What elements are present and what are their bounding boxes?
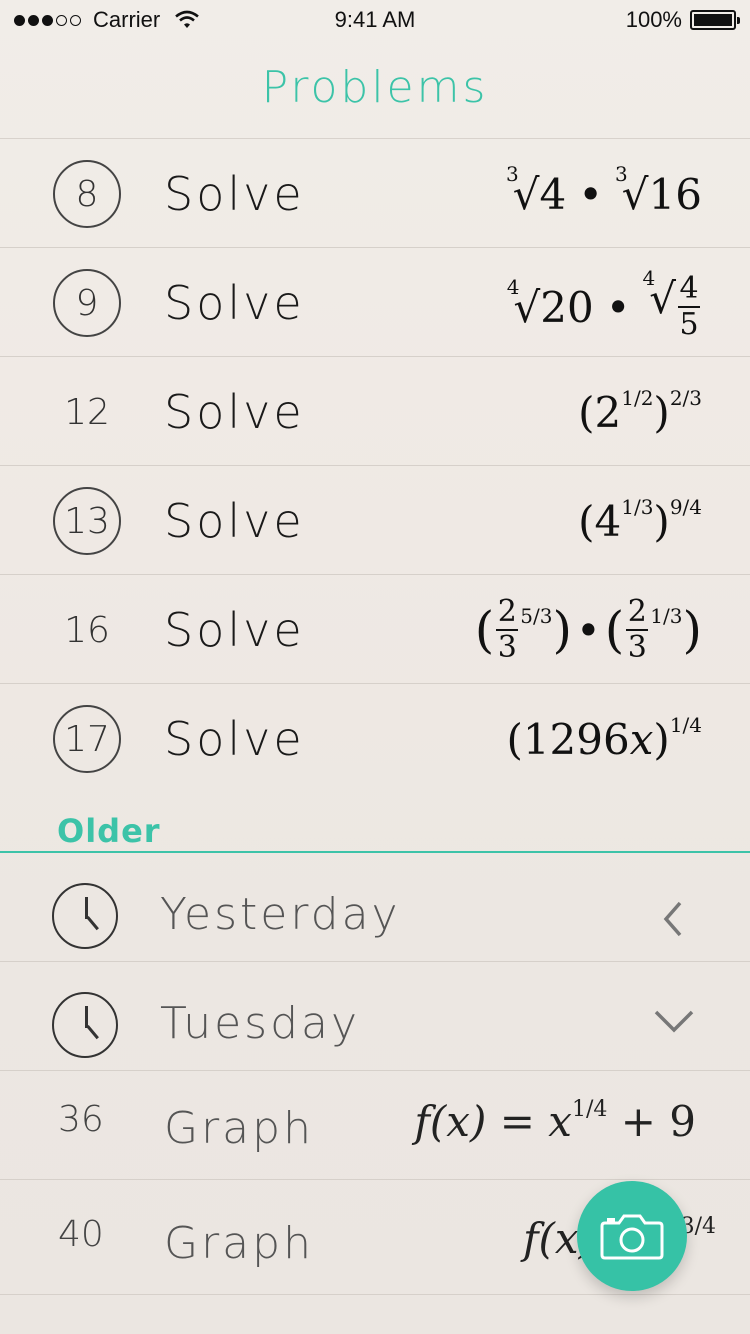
fraction: 23 (496, 594, 519, 665)
denominator: 3 (497, 630, 517, 665)
numerator: 2 (627, 594, 647, 629)
radical-index: 3 (506, 161, 519, 186)
problem-action: Solve (164, 167, 305, 221)
exponent: 5/3 (520, 604, 553, 628)
base: (4 (578, 496, 622, 546)
problem-expression: f(x) = x1/4 + 9 (414, 1097, 696, 1146)
fraction: 45 (678, 274, 700, 340)
fraction: 23 (626, 594, 649, 665)
numerator: 4 (679, 271, 699, 306)
battery-percent: 100% (625, 7, 682, 32)
problem-action: Graph (164, 1218, 314, 1269)
section-header-older: Older (57, 812, 161, 850)
battery-icon (690, 10, 740, 30)
outer-exponent: 2/3 (669, 386, 702, 410)
status-right: 100% (625, 7, 740, 33)
radical-index: 4 (642, 266, 656, 290)
problem-number-badge: 17 (53, 705, 121, 773)
camera-button[interactable] (577, 1181, 687, 1291)
radicand: 20 (540, 282, 594, 332)
problem-action: Solve (164, 712, 305, 766)
problem-expression: (4 1/3 ) 9/4 (578, 488, 702, 554)
chevron-left-icon[interactable] (654, 899, 694, 939)
problem-row[interactable]: 13 Solve (4 1/3 ) 9/4 (0, 466, 750, 575)
exponent: 1/3 (650, 604, 683, 628)
inner-exponent: 1/3 (621, 495, 654, 519)
clock-icon (52, 883, 118, 949)
problem-row[interactable]: 17 Solve (1296 x ) 1/4 (0, 684, 750, 793)
problem-expression: 4 √ 20 • 4 √ 4 5 (506, 266, 700, 342)
problem-number-badge: 9 (53, 269, 121, 337)
radicand: 16 (648, 169, 702, 219)
exponent: 1/4 (571, 1097, 608, 1122)
problem-action: Solve (164, 494, 305, 548)
radical-index: 3 (615, 161, 628, 186)
close-paren: ) (653, 387, 670, 437)
problem-expression: (2 1/2 ) 2/3 (578, 379, 702, 445)
numerator: 2 (497, 594, 517, 629)
graph-row[interactable]: 36 Graph f(x) = x1/4 + 9 (0, 1071, 750, 1180)
problem-action: Solve (164, 603, 305, 657)
base: (2 (578, 387, 622, 437)
denominator: 3 (627, 630, 647, 665)
problem-row[interactable]: 12 Solve (2 1/2 ) 2/3 (0, 357, 750, 466)
denominator: 5 (679, 307, 699, 342)
problem-action: Graph (164, 1103, 314, 1154)
variable: x (629, 714, 654, 764)
problem-expression: 3 √ 4 • 3 √ 16 (506, 161, 702, 219)
problem-number-badge: 13 (53, 487, 121, 555)
operator: • (576, 605, 601, 655)
problem-action: Solve (164, 276, 305, 330)
status-bar: Carrier 9:41 AM 100% (0, 0, 750, 40)
problem-number: 12 (64, 391, 110, 433)
operator: • (578, 169, 604, 219)
chevron-down-icon[interactable] (654, 1000, 694, 1040)
function-lhs: f(x) = x (414, 1097, 572, 1146)
problem-expression: ( 23 5/3 ) • ( 23 1/3 ) (474, 594, 702, 665)
camera-icon (600, 1214, 664, 1260)
radicand: 4 (539, 169, 567, 219)
problem-row[interactable]: 8 Solve 3 √ 4 • 3 √ 16 (0, 139, 750, 248)
close-paren: ) (653, 714, 670, 764)
group-label: Tuesday (160, 998, 361, 1049)
problem-row[interactable]: 9 Solve 4 √ 20 • 4 √ 4 5 (0, 248, 750, 357)
close-paren: ) (653, 496, 670, 546)
page-title: Problems (261, 62, 489, 113)
problems-list: 8 Solve 3 √ 4 • 3 √ 16 9 Solve 4 √ 20 • 4 √ 4 5 1… (0, 139, 750, 793)
clock-icon (52, 992, 118, 1058)
problem-number: 36 (58, 1099, 104, 1140)
function-rest: + 9 (620, 1097, 696, 1146)
outer-exponent: 9/4 (669, 495, 702, 519)
problem-expression: (1296 x ) 1/4 (506, 706, 702, 772)
problem-number: 16 (64, 609, 110, 651)
operator: • (605, 282, 631, 332)
problem-row[interactable]: 16 Solve ( 23 5/3 ) • ( 23 1/3 ) (0, 575, 750, 684)
radical-index: 4 (506, 274, 520, 299)
problem-number: 40 (58, 1214, 104, 1255)
history-group-tuesday[interactable]: Tuesday (0, 962, 750, 1071)
group-label: Yesterday (160, 889, 401, 940)
base: (1296 (506, 714, 630, 764)
inner-exponent: 1/2 (621, 386, 654, 410)
history-group-yesterday[interactable]: Yesterday (0, 853, 750, 962)
exponent: 1/4 (669, 713, 702, 737)
problem-number-badge: 8 (53, 160, 121, 228)
problem-action: Solve (164, 385, 305, 439)
